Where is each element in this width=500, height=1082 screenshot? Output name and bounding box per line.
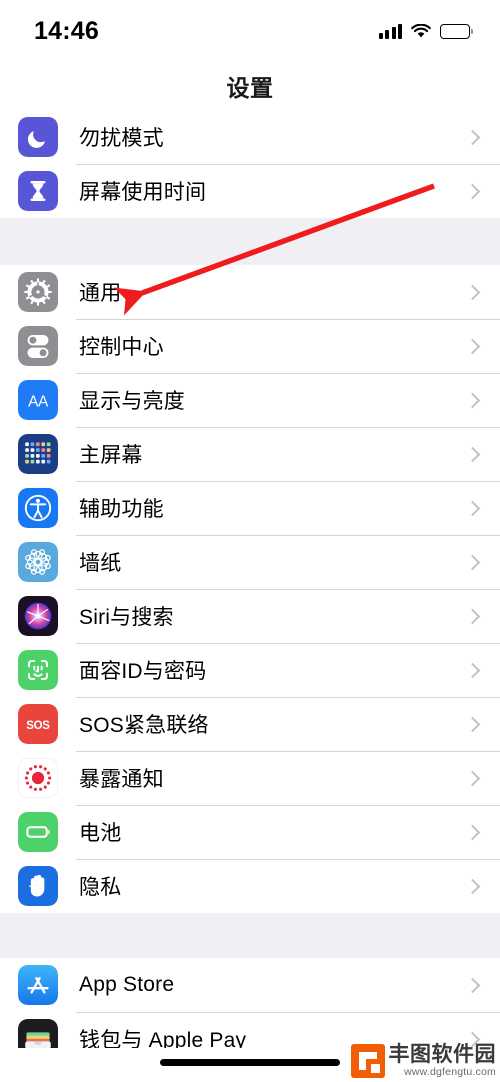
group-focus: 勿扰模式 屏幕使用时间 bbox=[0, 110, 500, 218]
chevron-right-icon bbox=[464, 554, 481, 570]
settings-row-label: 显示与亮度 bbox=[79, 390, 185, 413]
toggles-icon bbox=[18, 326, 58, 366]
chevron-right-icon bbox=[464, 770, 481, 786]
chevron-right-icon bbox=[464, 392, 481, 408]
settings-row[interactable]: 通用 bbox=[0, 265, 500, 319]
chevron-right-icon bbox=[464, 608, 481, 624]
settings-row[interactable]: 勿扰模式 bbox=[0, 110, 500, 164]
moon-icon bbox=[18, 117, 58, 157]
text-size-aa-icon: AA bbox=[18, 380, 58, 420]
chevron-right-icon bbox=[464, 878, 481, 894]
watermark-site-name: 丰图软件园 bbox=[388, 1043, 496, 1067]
settings-row[interactable]: 电池 bbox=[0, 805, 500, 859]
settings-row[interactable]: AA 显示与亮度 bbox=[0, 373, 500, 427]
wifi-icon bbox=[411, 23, 431, 39]
settings-row-label: SOS紧急联络 bbox=[79, 714, 209, 737]
settings-row-label: 主屏幕 bbox=[79, 444, 143, 467]
home-indicator[interactable] bbox=[160, 1059, 340, 1066]
settings-list[interactable]: 勿扰模式 屏幕使用时间 通用 控制中心 AA 显示与亮度 主屏幕 辅助功能 墙纸… bbox=[0, 110, 500, 1082]
iphone-settings-screen: 14:46 设置 勿扰模式 屏幕使用时间 通用 控制中心 AA 显示与亮度 主屏… bbox=[0, 0, 500, 1082]
settings-row[interactable]: 控制中心 bbox=[0, 319, 500, 373]
watermark: 丰图软件园 www.dgfengtu.com bbox=[350, 1044, 497, 1078]
settings-row[interactable]: 隐私 bbox=[0, 859, 500, 913]
settings-row[interactable]: App Store bbox=[0, 958, 500, 1012]
settings-row-label: 隐私 bbox=[79, 876, 122, 899]
settings-row[interactable]: 面容ID与密码 bbox=[0, 643, 500, 697]
settings-row-label: 勿扰模式 bbox=[79, 127, 164, 150]
accessibility-icon bbox=[18, 488, 58, 528]
chevron-right-icon bbox=[464, 824, 481, 840]
settings-row[interactable]: 辅助功能 bbox=[0, 481, 500, 535]
settings-row-label: 控制中心 bbox=[79, 336, 164, 359]
exposure-dots-icon bbox=[18, 758, 58, 798]
settings-row[interactable]: 暴露通知 bbox=[0, 751, 500, 805]
group-separator bbox=[0, 913, 500, 958]
watermark-logo-icon bbox=[350, 1044, 385, 1078]
chevron-right-icon bbox=[464, 338, 481, 354]
settings-row[interactable]: 屏幕使用时间 bbox=[0, 164, 500, 218]
settings-row-label: 面容ID与密码 bbox=[79, 660, 207, 683]
sos-icon: SOS bbox=[18, 704, 58, 744]
cellular-signal-icon bbox=[378, 23, 402, 39]
settings-row-label: 辅助功能 bbox=[79, 498, 164, 521]
hand-privacy-icon bbox=[18, 866, 58, 906]
battery-icon bbox=[440, 23, 473, 39]
chevron-right-icon bbox=[464, 716, 481, 732]
face-id-icon bbox=[18, 650, 58, 690]
chevron-right-icon bbox=[464, 129, 481, 145]
battery-green-icon bbox=[18, 812, 58, 852]
navigation-bar: 设置 bbox=[0, 62, 500, 110]
settings-row-label: Siri与搜索 bbox=[79, 606, 174, 629]
settings-row-label: 暴露通知 bbox=[79, 768, 164, 791]
chevron-right-icon bbox=[464, 977, 481, 993]
chevron-right-icon bbox=[464, 662, 481, 678]
watermark-url: www.dgfengtu.com bbox=[404, 1065, 496, 1078]
settings-row-label: 墙纸 bbox=[79, 552, 122, 575]
hourglass-icon bbox=[18, 171, 58, 211]
chevron-right-icon bbox=[464, 284, 481, 300]
flower-icon bbox=[18, 542, 58, 582]
app-store-icon bbox=[18, 965, 58, 1005]
page-title: 设置 bbox=[226, 75, 274, 101]
settings-row[interactable]: 主屏幕 bbox=[0, 427, 500, 481]
group-system: 通用 控制中心 AA 显示与亮度 主屏幕 辅助功能 墙纸 Siri与搜索 面容I… bbox=[0, 265, 500, 913]
settings-row[interactable]: 墙纸 bbox=[0, 535, 500, 589]
settings-row[interactable]: SOS SOS紧急联络 bbox=[0, 697, 500, 751]
chevron-right-icon bbox=[464, 500, 481, 516]
chevron-right-icon bbox=[464, 446, 481, 462]
app-grid-icon bbox=[18, 434, 58, 474]
group-separator bbox=[0, 218, 500, 265]
svg-text:AA: AA bbox=[28, 394, 49, 411]
settings-row-label: 电池 bbox=[79, 822, 122, 845]
settings-row-label: 通用 bbox=[79, 282, 122, 305]
status-bar-time: 14:46 bbox=[34, 16, 99, 45]
chevron-right-icon bbox=[464, 183, 481, 199]
watermark-text: 丰图软件园 www.dgfengtu.com bbox=[389, 1044, 497, 1077]
siri-icon bbox=[18, 596, 58, 636]
svg-text:SOS: SOS bbox=[26, 720, 50, 732]
status-bar-indicators bbox=[378, 23, 473, 39]
gear-icon bbox=[18, 272, 58, 312]
settings-row[interactable]: Siri与搜索 bbox=[0, 589, 500, 643]
settings-row-label: 屏幕使用时间 bbox=[79, 181, 207, 204]
status-bar: 14:46 bbox=[0, 0, 500, 62]
settings-row-label: App Store bbox=[79, 973, 175, 996]
